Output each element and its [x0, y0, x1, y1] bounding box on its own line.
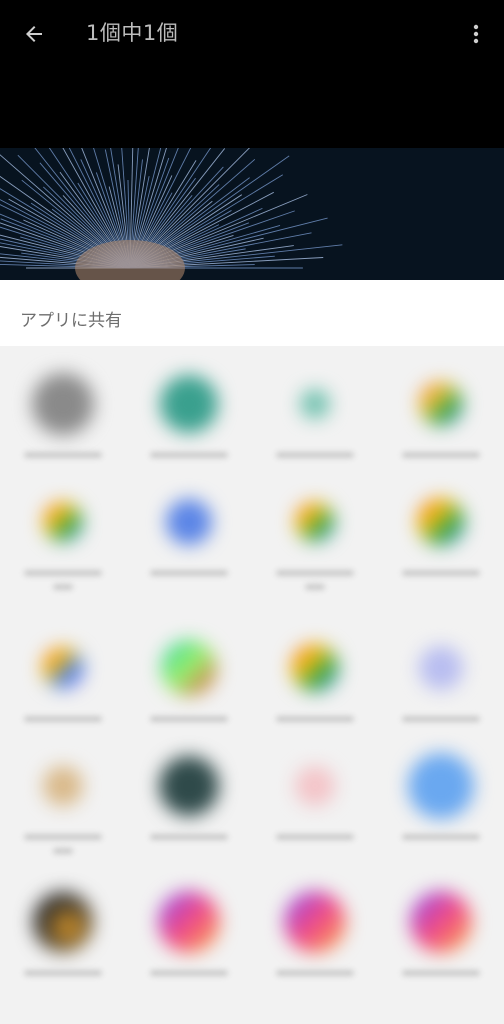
app-label	[24, 834, 102, 840]
app-icon	[419, 382, 463, 426]
app-icon	[410, 891, 472, 953]
share-app-item[interactable]	[126, 364, 252, 500]
share-app-item[interactable]	[126, 628, 252, 764]
app-label	[24, 452, 102, 458]
app-label	[24, 570, 102, 576]
app-label	[276, 970, 354, 976]
share-app-item[interactable]	[0, 482, 126, 618]
share-app-item[interactable]	[126, 482, 252, 618]
app-icon	[419, 646, 463, 690]
share-app-item[interactable]	[378, 482, 504, 618]
app-label	[53, 584, 73, 590]
app-icon	[43, 502, 83, 542]
share-app-item[interactable]	[378, 746, 504, 882]
share-sheet-title: アプリに共有	[20, 311, 122, 331]
app-icon	[159, 756, 219, 816]
app-label	[150, 716, 228, 722]
share-app-item[interactable]	[252, 882, 378, 1018]
app-label	[150, 570, 228, 576]
app-label	[276, 834, 354, 840]
app-icon	[42, 647, 84, 689]
app-icon	[160, 375, 218, 433]
app-label	[305, 584, 325, 590]
app-label	[402, 716, 480, 722]
app-label	[402, 570, 480, 576]
share-app-item[interactable]	[0, 628, 126, 764]
app-label	[53, 848, 73, 854]
share-app-item[interactable]	[378, 882, 504, 1018]
more-vert-icon	[473, 24, 479, 44]
share-app-item[interactable]	[0, 882, 126, 1018]
arrow-left-icon	[26, 26, 42, 42]
top-app-bar: 1個中1個	[0, 0, 504, 66]
app-label	[150, 970, 228, 976]
app-label	[24, 970, 102, 976]
share-app-item[interactable]	[252, 628, 378, 764]
back-button[interactable]	[14, 14, 54, 54]
app-grid	[0, 346, 504, 1024]
app-label	[150, 452, 228, 458]
share-app-item[interactable]	[252, 482, 378, 618]
fireworks-image	[0, 148, 343, 280]
app-icon	[32, 373, 94, 435]
app-icon	[43, 766, 83, 806]
more-options-button[interactable]	[458, 14, 494, 54]
share-app-item[interactable]	[126, 882, 252, 1018]
app-label	[402, 970, 480, 976]
page-title: 1個中1個	[86, 21, 179, 45]
app-icon	[295, 766, 335, 806]
app-label	[402, 834, 480, 840]
app-icon	[291, 644, 339, 692]
app-label	[150, 834, 228, 840]
share-app-item[interactable]	[126, 746, 252, 882]
share-app-item[interactable]	[378, 364, 504, 500]
app-label	[276, 452, 354, 458]
app-icon	[161, 640, 217, 696]
share-app-item[interactable]	[0, 746, 126, 882]
app-icon	[300, 389, 330, 419]
app-icon	[417, 498, 465, 546]
share-app-item[interactable]	[252, 364, 378, 500]
app-icon	[408, 753, 474, 819]
app-icon	[295, 502, 335, 542]
app-label	[276, 716, 354, 722]
app-label	[402, 452, 480, 458]
image-preview	[0, 148, 504, 280]
app-icon	[166, 499, 212, 545]
app-label	[24, 716, 102, 722]
share-app-item[interactable]	[0, 364, 126, 500]
app-icon	[158, 891, 220, 953]
app-label	[276, 570, 354, 576]
app-icon	[33, 892, 93, 952]
share-app-item[interactable]	[252, 746, 378, 882]
share-sheet-header: アプリに共有	[0, 280, 504, 346]
share-app-item[interactable]	[378, 628, 504, 764]
app-icon	[284, 891, 346, 953]
